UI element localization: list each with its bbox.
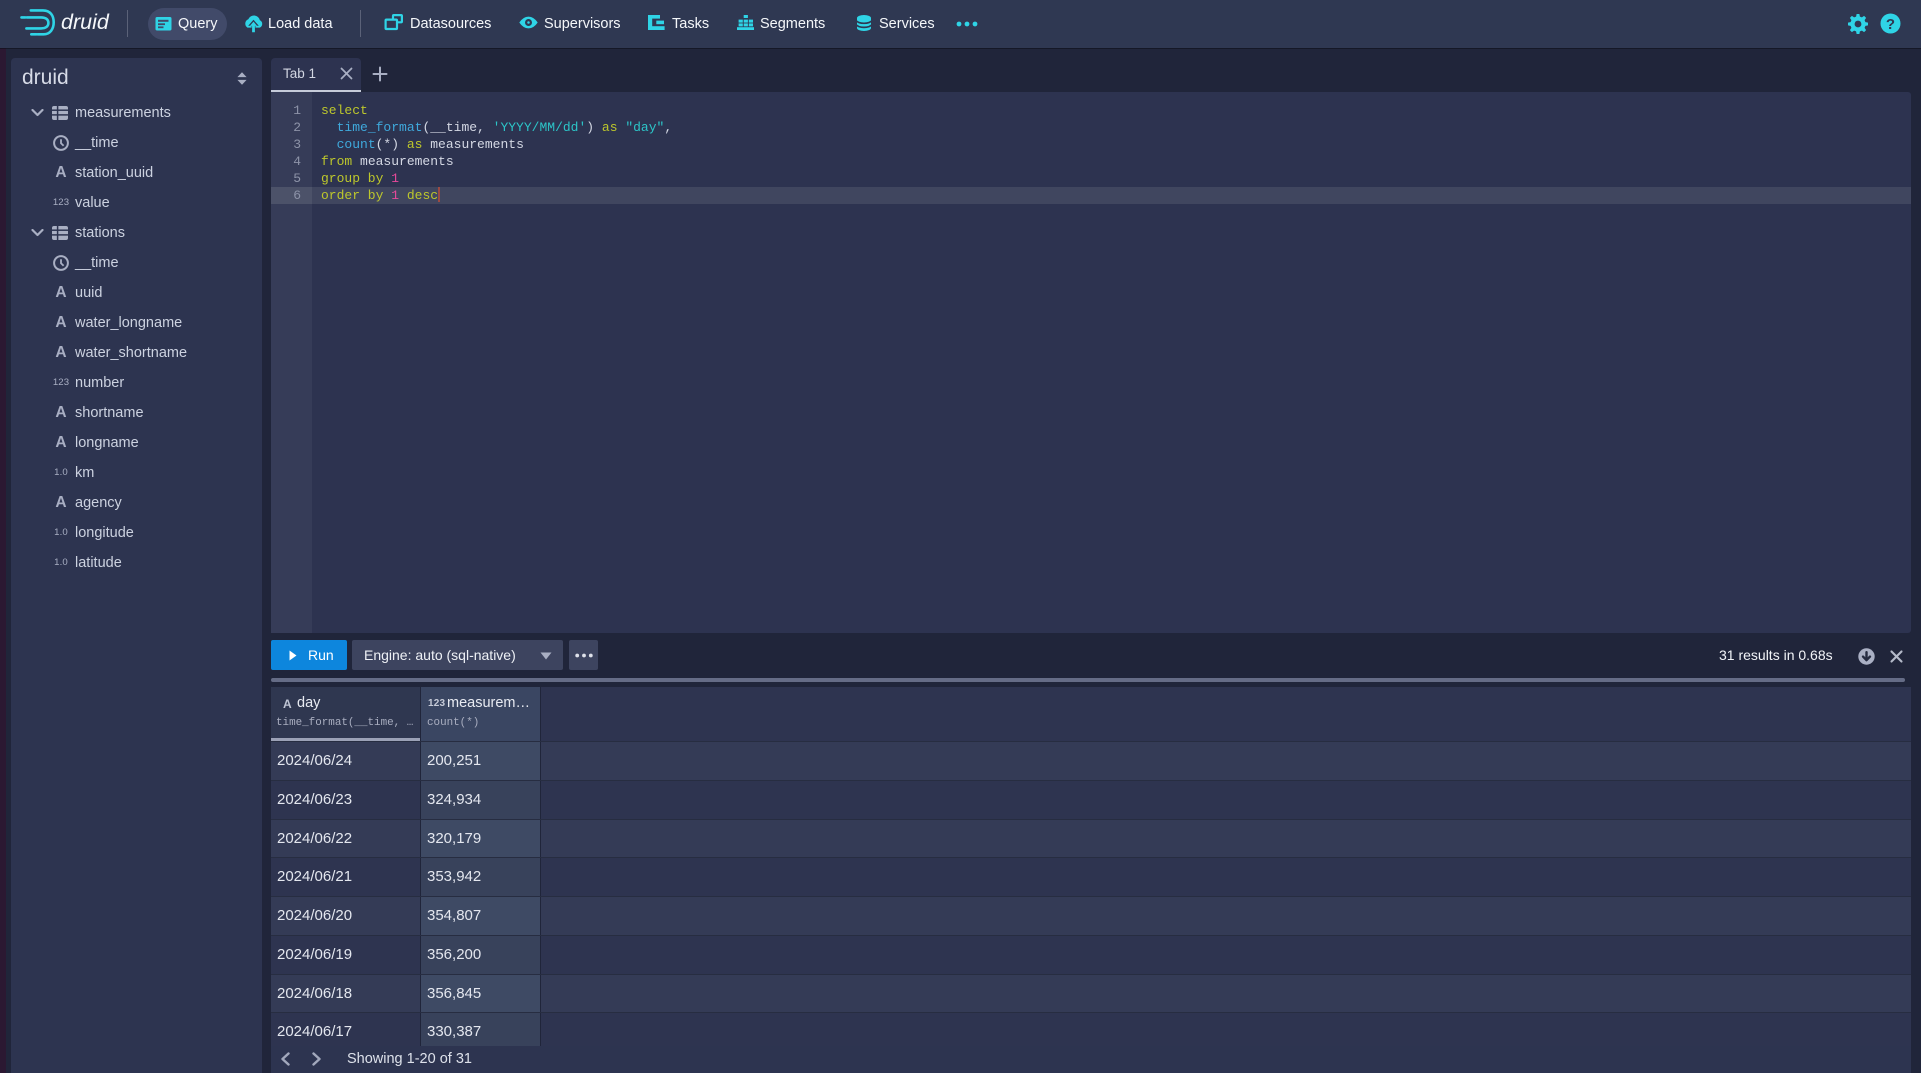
svg-text:?: ? [1886,16,1895,33]
